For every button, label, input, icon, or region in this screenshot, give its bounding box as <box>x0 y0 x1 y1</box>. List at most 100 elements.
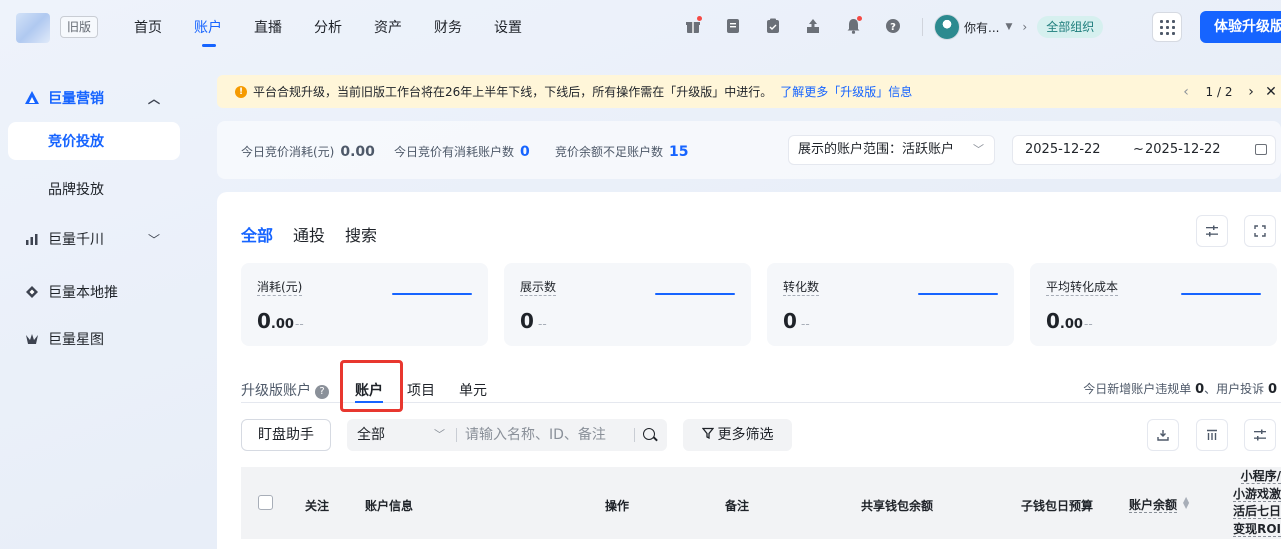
more-filters-label: 更多筛选 <box>717 427 774 443</box>
close-icon[interactable]: ✕ <box>1261 84 1281 100</box>
next-icon[interactable]: › <box>1241 84 1261 100</box>
chevron-up-icon[interactable]: ︿ <box>148 90 160 107</box>
low-balance-label: 竞价余额不足账户数 <box>555 145 664 159</box>
metric-card-conversions[interactable]: 转化数 0 -- <box>767 263 1014 346</box>
brand-logo[interactable] <box>16 13 50 43</box>
date-range-picker[interactable]: 2025-12-22 ~ 2025-12-22 <box>1012 135 1276 165</box>
fullscreen-icon[interactable] <box>1244 215 1276 247</box>
sidebar-item-marketing[interactable]: 巨量营销 ︿ <box>8 79 180 117</box>
sort-icon[interactable]: ▲ ▼ <box>1183 496 1189 510</box>
tab-upgraded-accounts[interactable]: 升级版账户? <box>241 380 329 400</box>
select-all-checkbox[interactable] <box>258 495 273 510</box>
metric-card-spend[interactable]: 消耗(元) 0.00 -- <box>241 263 488 346</box>
sidebar-item-label: 品牌投放 <box>48 182 104 198</box>
upload-icon[interactable] <box>803 16 823 36</box>
more-filters-button[interactable]: 更多筛选 <box>683 419 792 451</box>
violation-summary: 今日新增账户违规单 0、用户投诉 0 <box>1083 380 1277 397</box>
sidebar-item-label: 竞价投放 <box>48 134 104 150</box>
today-spend-label: 今日竞价消耗(元) <box>241 145 335 159</box>
triangle-logo-icon <box>24 90 40 106</box>
calendar-icon <box>1255 144 1267 155</box>
chevron-down-icon[interactable]: ﹀ <box>148 231 160 248</box>
col-balance[interactable]: 账户余额 ▲ ▼ <box>1129 496 1189 513</box>
active-accounts: 今日竞价有消耗账户数 0 <box>394 143 530 160</box>
nav-account[interactable]: 账户 <box>194 0 254 56</box>
col-roi: 小程序/ 小游戏激 活后七日 变现ROI <box>1232 469 1281 537</box>
nav-analysis[interactable]: 分析 <box>314 0 374 56</box>
summary-bar: 今日竞价消耗(元) 0.00 今日竞价有消耗账户数 0 竞价余额不足账户数 15 展示… <box>217 121 1281 179</box>
clipboard-icon[interactable] <box>763 16 783 36</box>
top-bar: 旧版 首页 账户 直播 分析 资产 财务 设置 ? 你有... ▼ › 全部组织… <box>0 0 1281 56</box>
org-selector[interactable]: 全部组织 <box>1037 16 1104 38</box>
metric-label: 展示数 <box>520 280 557 296</box>
svg-text:?: ? <box>890 22 896 33</box>
metric-card-impressions[interactable]: 展示数 0 -- <box>504 263 751 346</box>
prev-icon[interactable]: ‹ <box>1175 84 1197 100</box>
active-accounts-value[interactable]: 0 <box>520 144 530 160</box>
tab-general[interactable]: 通投 <box>293 222 325 246</box>
filter-select[interactable]: 全部 <box>357 419 385 451</box>
sidebar-item-xingtu[interactable]: 巨量星图 <box>8 320 180 358</box>
metric-value: 0 <box>520 309 534 333</box>
sidebar-item-bidding[interactable]: 竞价投放 <box>8 122 180 160</box>
tab-search[interactable]: 搜索 <box>345 222 377 246</box>
upgrade-button[interactable]: 体验升级版 <box>1200 11 1281 43</box>
complaint-label: 、用户投诉 <box>1204 382 1265 396</box>
sidebar-item-brand[interactable]: 品牌投放 <box>8 170 180 208</box>
nav-home[interactable]: 首页 <box>134 0 194 56</box>
account-scope-select[interactable]: 展示的账户范围：活跃账户 ﹀ <box>788 135 995 165</box>
chevron-right-icon: › <box>1022 20 1028 34</box>
tab-unit[interactable]: 单元 <box>459 380 487 400</box>
apps-grid-icon[interactable] <box>1152 12 1182 42</box>
caret-down-icon[interactable]: ▼ <box>1005 22 1012 32</box>
sidebar-item-label: 巨量星图 <box>48 332 104 348</box>
nav-settings[interactable]: 设置 <box>494 0 554 56</box>
search-input[interactable] <box>465 423 630 447</box>
low-balance-value[interactable]: 15 <box>669 144 688 160</box>
tab-all[interactable]: 全部 <box>241 222 273 246</box>
chart-bars-icon <box>24 231 40 247</box>
metric-card-avg-cost[interactable]: 平均转化成本 0.00 -- <box>1030 263 1277 346</box>
chevron-down-icon[interactable]: ﹀ <box>434 419 445 451</box>
watch-assistant-button[interactable]: 盯盘助手 <box>241 419 331 451</box>
date-to[interactable]: 2025-12-22 <box>1145 136 1221 164</box>
notice-link[interactable]: 了解更多「升级版」信息 <box>780 83 912 100</box>
chevron-down-icon: ﹀ <box>973 143 984 156</box>
download-icon[interactable] <box>1147 419 1179 451</box>
metric-delta: -- <box>538 317 547 331</box>
old-version-tag[interactable]: 旧版 <box>60 16 99 38</box>
user-name[interactable]: 你有... <box>964 19 999 36</box>
col-account-info: 账户信息 <box>365 499 414 513</box>
nav-assets[interactable]: 资产 <box>374 0 434 56</box>
col-shared-wallet: 共享钱包余额 <box>861 499 934 513</box>
metric-delta: -- <box>295 317 304 331</box>
help-icon[interactable]: ? <box>315 385 329 399</box>
complaint-count[interactable]: 0 <box>1268 382 1277 397</box>
nav-live[interactable]: 直播 <box>254 0 314 56</box>
date-from[interactable]: 2025-12-22 <box>1025 136 1101 164</box>
metric-sparkline <box>1181 293 1261 295</box>
violation-count[interactable]: 0 <box>1195 382 1204 397</box>
tab-project[interactable]: 项目 <box>407 380 435 400</box>
sidebar-item-label: 巨量营销 <box>48 91 104 107</box>
gift-icon[interactable] <box>683 16 703 36</box>
metric-sparkline <box>918 293 998 295</box>
sidebar-item-local[interactable]: 巨量本地推 <box>8 273 180 311</box>
warning-icon: ! <box>235 85 247 98</box>
search-icon[interactable] <box>643 428 655 440</box>
document-icon[interactable] <box>723 16 743 36</box>
user-menu[interactable]: 你有... ▼ › 全部组织 <box>934 13 1104 41</box>
notice-text: 平台合规升级，当前旧版工作台将在26年上半年下线，下线后，所有操作需在「升级版」… <box>253 85 773 99</box>
metric-value: 0.00 <box>1046 309 1083 333</box>
help-icon[interactable]: ? <box>883 16 903 36</box>
settings-sliders-icon[interactable] <box>1244 419 1276 451</box>
settings-sliders-icon[interactable] <box>1196 215 1228 247</box>
columns-icon[interactable] <box>1196 419 1228 451</box>
today-spend-value: 0.00 <box>340 144 375 160</box>
date-separator: ~ <box>1133 142 1144 157</box>
sidebar-item-qianchuan[interactable]: 巨量千川 ﹀ <box>8 220 180 258</box>
low-balance-accounts: 竞价余额不足账户数 15 <box>555 143 689 160</box>
nav-finance[interactable]: 财务 <box>434 0 494 56</box>
avatar[interactable] <box>934 14 960 40</box>
bell-icon[interactable] <box>843 16 863 36</box>
